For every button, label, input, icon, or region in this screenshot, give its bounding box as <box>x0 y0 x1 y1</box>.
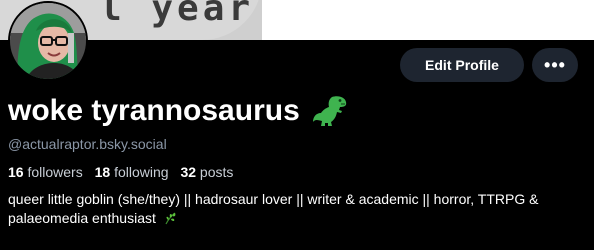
edit-profile-button[interactable]: Edit Profile <box>400 48 524 82</box>
profile-banner: l year <box>0 0 594 40</box>
banner-background <box>262 0 594 40</box>
more-options-icon: ••• <box>544 54 566 75</box>
followers-label: followers <box>27 164 83 180</box>
more-options-button[interactable]: ••• <box>532 48 578 82</box>
herb-emoji-icon <box>165 212 176 225</box>
avatar-image <box>10 3 86 79</box>
following-link[interactable]: 18 following <box>95 164 169 180</box>
followers-count: 16 <box>8 164 24 180</box>
profile-bio: queer little goblin (she/they) || hadros… <box>8 190 588 228</box>
display-name: woke tyrannosaurus <box>8 94 300 127</box>
avatar[interactable] <box>8 1 88 81</box>
t-rex-emoji-icon <box>312 96 346 126</box>
following-count: 18 <box>94 164 111 180</box>
followers-link[interactable]: 16 followers <box>8 164 83 180</box>
profile-handle[interactable]: @actualraptor.bsky.social <box>8 136 167 152</box>
banner-text: l year <box>100 0 255 29</box>
posts-stat: 32 posts <box>180 164 233 180</box>
posts-count: 32 <box>180 164 197 180</box>
bio-text: queer little goblin (she/they) || hadros… <box>8 191 539 226</box>
profile-stats: 16 followers 18 following 32 posts <box>8 164 233 180</box>
following-label: following <box>114 164 169 180</box>
posts-label: posts <box>199 164 234 180</box>
display-name-row: woke tyrannosaurus <box>8 94 348 128</box>
